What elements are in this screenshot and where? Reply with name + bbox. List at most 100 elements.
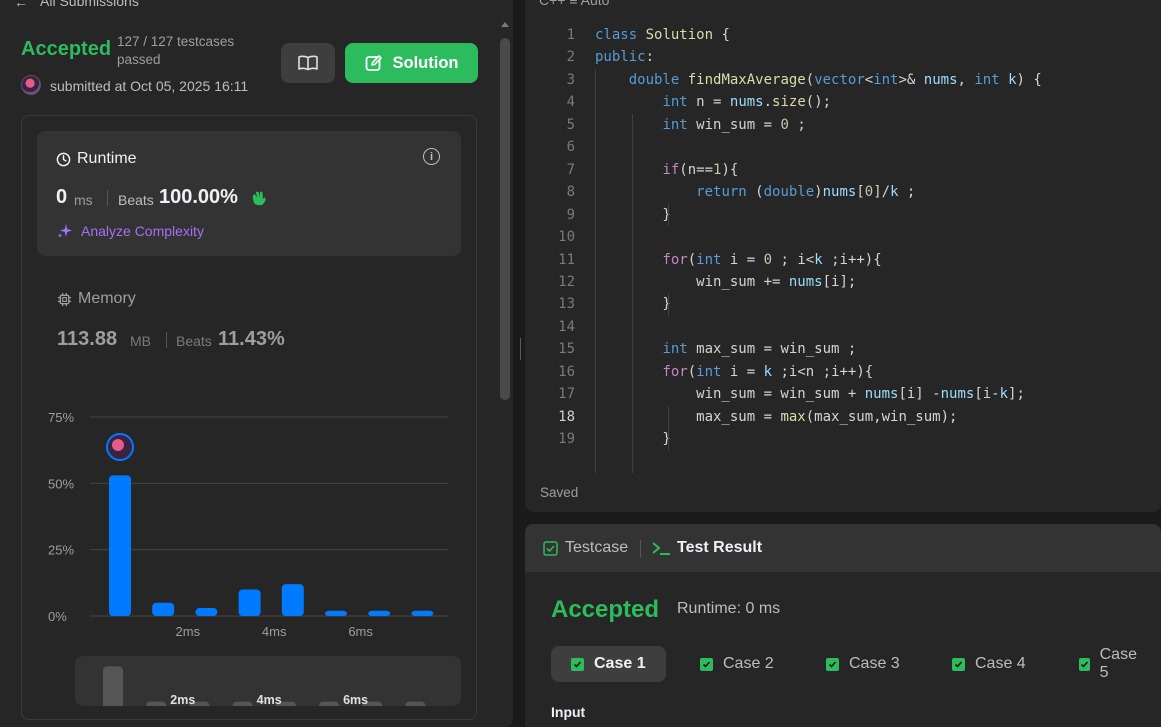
- memory-beats-value: 11.43%: [218, 328, 285, 350]
- mini-tick-label: 6ms: [343, 693, 368, 706]
- book-icon: [298, 55, 318, 71]
- runtime-title-label: Runtime: [77, 150, 137, 167]
- result-runtime: Runtime: 0 ms: [677, 600, 781, 617]
- code-line[interactable]: 3 double findMaxAverage(vector<int>& num…: [525, 69, 1161, 92]
- tab-testcase[interactable]: Testcase: [543, 539, 628, 557]
- avatar[interactable]: [21, 75, 41, 95]
- code-line[interactable]: 4 int n = nums.size();: [525, 91, 1161, 114]
- memory-title[interactable]: Memory: [57, 290, 136, 308]
- result-status: Accepted: [551, 596, 660, 623]
- x-tick-label: 4ms: [262, 624, 287, 639]
- scrollbar-thumb[interactable]: [500, 38, 510, 400]
- code-line[interactable]: 8 return (double)nums[0]/k ;: [525, 181, 1161, 204]
- input-label: Input: [551, 704, 586, 720]
- app-root: ← All Submissions Accepted 127 / 127 tes…: [0, 0, 1161, 727]
- case-tab-label: Case 1: [594, 655, 646, 672]
- edit-icon: [365, 55, 382, 71]
- x-tick-label: 2ms: [176, 624, 201, 639]
- memory-unit: MB: [130, 333, 151, 349]
- code-text: win_sum = win_sum + nums[i] -nums[i-k];: [595, 386, 1025, 403]
- chart-bar[interactable]: [238, 589, 261, 616]
- code-line[interactable]: 17 win_sum = win_sum + nums[i] -nums[i-k…: [525, 383, 1161, 406]
- solution-button[interactable]: Solution: [345, 43, 478, 83]
- code-editor[interactable]: C++ ≡ Auto 1 class Solution {2 public: 3 do…: [525, 0, 1161, 512]
- case-tab[interactable]: Case 5: [1059, 646, 1161, 682]
- tab-test-result[interactable]: Test Result: [651, 539, 762, 557]
- runtime-distribution-chart[interactable]: 75% 50% 25% 0% 2ms 4ms 6ms: [40, 400, 460, 650]
- runtime-title: Runtime: [56, 150, 137, 168]
- line-number: 3: [566, 71, 575, 88]
- chart-bar[interactable]: [281, 584, 304, 616]
- code-line[interactable]: 11 for(int i = 0 ; i<k ;i++){: [525, 249, 1161, 272]
- code-text: int n = nums.size();: [662, 94, 832, 111]
- check-icon: [952, 657, 965, 671]
- line-number: 6: [566, 139, 575, 156]
- code-line[interactable]: 2 public:: [525, 46, 1161, 69]
- code-line[interactable]: 9 }: [525, 204, 1161, 227]
- code-line[interactable]: 1 class Solution {: [525, 24, 1161, 47]
- check-icon: [1079, 657, 1090, 671]
- line-number: 13: [558, 296, 575, 313]
- code-line[interactable]: 7 if(n==1){: [525, 159, 1161, 182]
- indent-guide: [668, 405, 669, 451]
- y-tick-label: 0%: [48, 609, 67, 624]
- code-line[interactable]: 19 }: [525, 428, 1161, 451]
- x-tick-label: 6ms: [348, 624, 373, 639]
- code-text: win_sum += nums[i];: [595, 273, 857, 290]
- code-text: for(int i = k ;i<n ;i++){: [662, 363, 874, 380]
- back-arrow-icon[interactable]: ←: [14, 0, 28, 10]
- info-icon[interactable]: i: [423, 148, 440, 165]
- code-text: double findMaxAverage(vector<int>& nums,…: [628, 71, 1042, 88]
- mini-tick-label: 4ms: [257, 693, 282, 706]
- line-number: 2: [566, 49, 575, 66]
- terminal-icon: [652, 542, 670, 555]
- case-tab[interactable]: Case 1: [551, 646, 666, 682]
- memory-value: 113.88: [57, 328, 118, 350]
- sparkle-icon: [57, 224, 72, 238]
- memory-beats-label: Beats: [176, 333, 212, 349]
- case-tab[interactable]: Case 2: [680, 646, 794, 682]
- code-line[interactable]: 5 int win_sum = 0 ;: [525, 114, 1161, 137]
- code-line[interactable]: 13 }: [525, 293, 1161, 316]
- line-number: 7: [566, 161, 575, 178]
- case-tab[interactable]: Case 3: [806, 646, 920, 682]
- editorial-button[interactable]: [281, 43, 335, 83]
- line-number: 1: [566, 27, 575, 43]
- code-line[interactable]: 12 win_sum += nums[i];: [525, 271, 1161, 294]
- case-tab-label: Case 4: [975, 655, 1026, 672]
- code-text: int max_sum = win_sum ;: [662, 341, 857, 358]
- chart-bar[interactable]: [152, 602, 175, 616]
- panel-resize-handle[interactable]: [519, 338, 522, 360]
- code-text: class Solution {: [595, 27, 730, 43]
- line-number: 5: [566, 116, 575, 133]
- indent-guide: [668, 203, 669, 227]
- code-line[interactable]: 10: [525, 226, 1161, 249]
- mini-bar: [319, 701, 339, 706]
- scroll-up-icon[interactable]: [501, 22, 509, 27]
- chart-bar[interactable]: [109, 475, 131, 616]
- code-line[interactable]: 18 max_sum = max(max_sum,win_sum);: [525, 406, 1161, 429]
- case-tab[interactable]: Case 4: [932, 646, 1046, 682]
- indent-guide: [632, 113, 633, 473]
- runtime-value: 0: [56, 186, 68, 208]
- code-line[interactable]: 6: [525, 136, 1161, 159]
- case-tab-label: Case 3: [849, 655, 900, 672]
- analyze-complexity-link[interactable]: Analyze Complexity: [57, 223, 204, 239]
- code-line[interactable]: 14: [525, 316, 1161, 339]
- divider: [640, 540, 641, 558]
- code-line[interactable]: 15 int max_sum = win_sum ;: [525, 338, 1161, 361]
- runtime-range-selector[interactable]: 2ms 4ms 6ms: [75, 656, 461, 706]
- chart-bar[interactable]: [411, 610, 434, 616]
- line-number: 9: [566, 206, 575, 223]
- check-icon: [826, 657, 839, 671]
- all-submissions-link[interactable]: All Submissions: [40, 0, 139, 9]
- code-text: return (double)nums[0]/k ;: [696, 184, 916, 201]
- runtime-beats-label: Beats: [118, 192, 154, 208]
- mini-bar: [146, 701, 167, 706]
- code-area[interactable]: 1 class Solution {2 public: 3 double findMa…: [525, 22, 1161, 473]
- chart-bar[interactable]: [325, 610, 347, 616]
- indent-guide: [595, 68, 596, 473]
- chart-bar[interactable]: [368, 610, 391, 616]
- code-line[interactable]: 16 for(int i = k ;i<n ;i++){: [525, 361, 1161, 384]
- chart-bar[interactable]: [195, 608, 218, 616]
